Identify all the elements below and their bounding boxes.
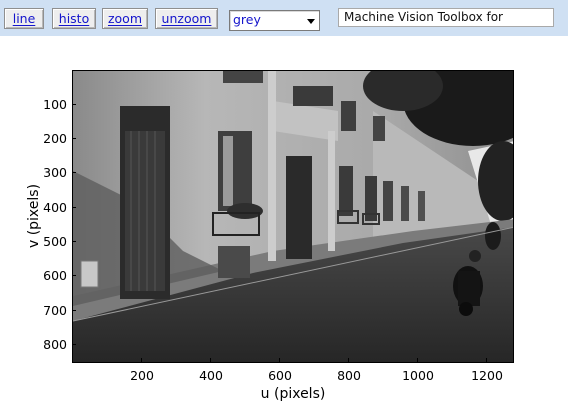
y-tick-label: 800 — [43, 337, 67, 352]
x-tick-mark — [210, 358, 211, 362]
x-tick-mark — [417, 358, 418, 362]
y-axis-label: v (pixels) — [26, 183, 42, 249]
toolbar: line histo zoom unzoom grey Machine Visi… — [0, 0, 568, 36]
x-axis-label: u (pixels) — [260, 386, 326, 402]
colormap-select[interactable]: grey — [229, 10, 320, 31]
y-tick-mark — [72, 275, 76, 276]
y-tick-mark — [72, 207, 76, 208]
y-tick-label: 300 — [43, 165, 67, 180]
y-tick-label: 100 — [43, 97, 67, 112]
y-tick-mark — [72, 104, 76, 105]
y-tick-mark — [72, 172, 76, 173]
line-button[interactable]: line — [4, 8, 44, 29]
x-tick-mark — [348, 358, 349, 362]
y-tick-label: 700 — [43, 303, 67, 318]
x-tick-mark — [486, 358, 487, 362]
y-tick-mark — [72, 310, 76, 311]
x-tick-label: 200 — [130, 368, 154, 383]
y-tick-mark — [72, 241, 76, 242]
x-tick-mark — [141, 358, 142, 362]
image-display[interactable] — [72, 70, 514, 363]
chevron-down-icon[interactable] — [307, 19, 315, 24]
street-photo — [73, 71, 513, 362]
colormap-select-value: grey — [233, 12, 261, 27]
x-tick-label: 800 — [337, 368, 361, 383]
x-tick-label: 1000 — [402, 368, 434, 383]
x-tick-label: 600 — [268, 368, 292, 383]
x-tick-label: 1200 — [471, 368, 503, 383]
y-tick-mark — [72, 344, 76, 345]
zoom-button[interactable]: zoom — [102, 8, 148, 29]
histo-button[interactable]: histo — [52, 8, 96, 29]
title-field[interactable]: Machine Vision Toolbox for — [338, 8, 554, 27]
unzoom-button[interactable]: unzoom — [155, 8, 218, 29]
y-tick-label: 600 — [43, 268, 67, 283]
x-tick-label: 400 — [199, 368, 223, 383]
y-tick-label: 200 — [43, 131, 67, 146]
y-tick-mark — [72, 138, 76, 139]
x-tick-mark — [279, 358, 280, 362]
